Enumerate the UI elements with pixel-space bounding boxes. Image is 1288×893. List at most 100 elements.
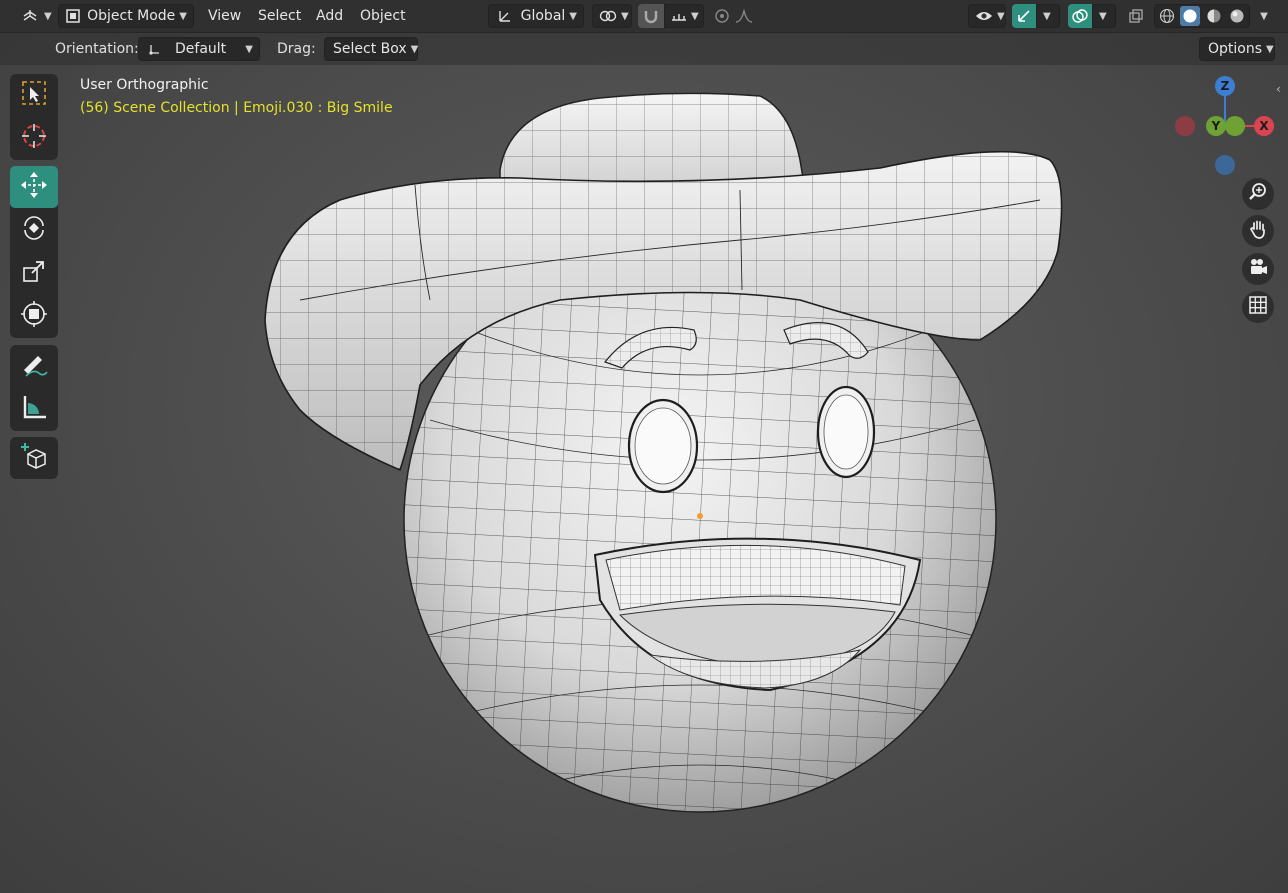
- rendered-shading-icon[interactable]: [1227, 6, 1247, 26]
- chevron-down-icon: ▼: [1099, 10, 1107, 22]
- chevron-down-icon: ▼: [179, 10, 187, 22]
- overlays-icon: [1070, 6, 1090, 26]
- gizmo-y-axis[interactable]: Y: [1206, 116, 1226, 136]
- snap-increment-icon: [671, 6, 687, 26]
- measure-tool[interactable]: [10, 388, 58, 430]
- chevron-down-icon: ▼: [245, 43, 253, 55]
- falloff-dropdown[interactable]: [734, 4, 772, 28]
- chevron-down-icon: ▼: [569, 10, 577, 22]
- cursor-tool[interactable]: [10, 117, 58, 159]
- drag-setting-value: Select Box: [333, 41, 407, 57]
- orientation-axes-icon: [495, 6, 515, 26]
- shading-mode-group: [1154, 4, 1250, 28]
- gizmo-neg-x[interactable]: [1175, 116, 1195, 136]
- rotate-icon: [20, 214, 48, 246]
- hand-pan-icon: [1248, 219, 1268, 243]
- magnet-icon: [641, 6, 661, 26]
- editor-type-button[interactable]: ▼: [12, 4, 60, 28]
- proportional-edit-toggle[interactable]: [710, 4, 734, 28]
- gizmo-neg-y[interactable]: [1225, 116, 1245, 136]
- move-tool[interactable]: [10, 166, 58, 208]
- chevron-down-icon: ▼: [44, 10, 52, 22]
- drag-setting-dropdown[interactable]: Select Box ▼: [324, 37, 418, 61]
- gizmo-z-axis[interactable]: Z: [1215, 76, 1235, 96]
- scale-icon: [20, 257, 48, 289]
- chevron-down-icon: ▼: [997, 10, 1005, 22]
- menu-select[interactable]: Select: [250, 4, 309, 28]
- add-cube-icon: [20, 442, 48, 474]
- orientation-setting-dropdown[interactable]: Default ▼: [138, 37, 260, 61]
- snap-target-dropdown[interactable]: ▼: [664, 4, 704, 28]
- perspective-toggle-button[interactable]: [1242, 291, 1274, 323]
- toolbar-group-select: [10, 74, 58, 160]
- annotate-tool[interactable]: [10, 345, 58, 387]
- options-dropdown[interactable]: Options ▼: [1199, 37, 1275, 61]
- menu-add[interactable]: Add: [308, 4, 351, 28]
- gizmo-neg-z[interactable]: [1215, 155, 1235, 175]
- zoom-button[interactable]: [1242, 178, 1274, 210]
- orientation-dropdown[interactable]: Global ▼: [488, 4, 584, 28]
- shading-options-dropdown[interactable]: ▼: [1252, 4, 1276, 28]
- camera-icon: [1248, 257, 1268, 281]
- pan-button[interactable]: [1242, 215, 1274, 247]
- gizmo-icon: [1014, 6, 1034, 26]
- pivot-point-dropdown[interactable]: ▼: [592, 4, 632, 28]
- navigation-gizmo[interactable]: Z Y X: [1172, 74, 1280, 178]
- gizmo-x-axis[interactable]: X: [1254, 116, 1274, 136]
- rotate-tool[interactable]: [10, 209, 58, 251]
- select-box-icon: [20, 79, 48, 111]
- chevron-down-icon: ▼: [1043, 10, 1051, 22]
- mode-label: Object Mode: [87, 8, 176, 24]
- add-cube-tool[interactable]: [10, 437, 58, 479]
- scale-tool[interactable]: [10, 252, 58, 294]
- mode-dropdown[interactable]: Object Mode ▼: [58, 4, 194, 28]
- grid-perspective-icon: [1248, 295, 1268, 319]
- overlays-toggle[interactable]: [1068, 4, 1092, 28]
- pivot-point-icon: [599, 6, 617, 26]
- snap-toggle[interactable]: [638, 4, 664, 28]
- chevron-down-icon: ▼: [410, 43, 419, 55]
- visibility-dropdown[interactable]: ▼: [968, 4, 1006, 28]
- falloff-curve-icon: [734, 6, 754, 26]
- zoom-icon: [1248, 182, 1268, 206]
- select-box-tool[interactable]: [10, 74, 58, 116]
- annotate-icon: [20, 350, 48, 382]
- chevron-down-icon: ▼: [1260, 10, 1268, 22]
- 3d-viewport-icon: [20, 6, 40, 26]
- tool-settings-bar: Orientation: Default ▼ Drag: Select Box …: [0, 33, 1288, 65]
- cursor-icon: [20, 122, 48, 154]
- toolbar-group-transform: [10, 166, 58, 338]
- menu-view[interactable]: View: [200, 4, 249, 28]
- view-name: User Orthographic: [80, 77, 209, 93]
- chevron-down-icon: ▼: [691, 10, 699, 22]
- toolbar-group-annotate: [10, 345, 58, 431]
- cowboy-emoji-mesh[interactable]: [0, 0, 1288, 893]
- xray-toggle[interactable]: [1124, 4, 1148, 28]
- material-preview-icon[interactable]: [1204, 6, 1224, 26]
- object-origin: [697, 513, 703, 519]
- overlays-dropdown[interactable]: ▼: [1092, 4, 1116, 28]
- viewport-header: ▼ Object Mode ▼ View Select Add Object G…: [0, 0, 1288, 33]
- proportional-edit-icon: [712, 6, 732, 26]
- object-mode-icon: [65, 6, 81, 26]
- orientation-axes-icon: [145, 39, 165, 59]
- gizmo-toggle[interactable]: [1012, 4, 1036, 28]
- toolbar-group-add: [10, 437, 58, 479]
- camera-view-button[interactable]: [1242, 253, 1274, 285]
- 3d-viewport[interactable]: ▼ Object Mode ▼ View Select Add Object G…: [0, 0, 1288, 893]
- orientation-setting-label: Orientation:: [55, 41, 139, 57]
- solid-shading-icon[interactable]: [1180, 6, 1201, 26]
- measure-icon: [20, 393, 48, 425]
- wireframe-shading-icon[interactable]: [1157, 6, 1177, 26]
- orientation-setting-value: Default: [175, 41, 227, 57]
- menu-object[interactable]: Object: [352, 4, 414, 28]
- orientation-label: Global: [520, 8, 566, 24]
- options-label: Options: [1208, 41, 1263, 57]
- transform-tool[interactable]: [10, 295, 58, 337]
- move-icon: [20, 171, 48, 203]
- drag-setting-label: Drag:: [277, 41, 316, 57]
- chevron-down-icon: ▼: [1266, 43, 1274, 55]
- gizmo-dropdown[interactable]: ▼: [1036, 4, 1060, 28]
- eye-icon: [975, 6, 993, 26]
- transform-icon: [20, 300, 48, 332]
